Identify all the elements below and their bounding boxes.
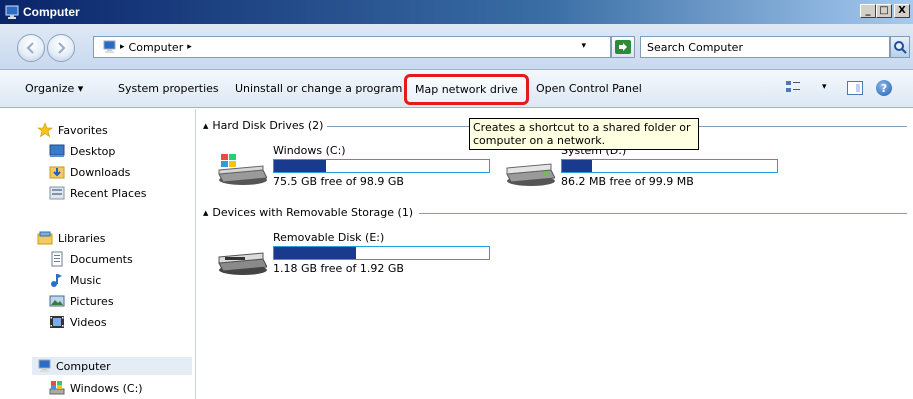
nav-videos[interactable]: Videos (49, 313, 107, 331)
windows-drive-icon (49, 380, 65, 396)
search-button[interactable] (890, 36, 910, 58)
breadcrumb-separator[interactable]: ▸ (120, 42, 125, 52)
group-hard-disk-label: Hard Disk Drives (2) (212, 119, 324, 132)
group-header-hard-disk[interactable]: ▲ Hard Disk Drives (2) (203, 119, 323, 132)
map-network-drive-button[interactable]: Map network drive (404, 74, 529, 105)
computer-icon (35, 358, 51, 374)
change-view-icon[interactable] (786, 80, 800, 94)
hard-drive-icon (503, 154, 556, 188)
recent-places-icon (49, 185, 65, 201)
nav-favorites-label: Favorites (58, 123, 108, 137)
back-button[interactable] (17, 34, 45, 62)
content-pane: ▲ Hard Disk Drives (2) Windows (C:) 75.5… (197, 109, 913, 399)
nav-libraries[interactable]: Libraries (37, 229, 106, 247)
group-removable-label: Devices with Removable Storage (1) (212, 206, 414, 219)
drive-removable-e[interactable]: Removable Disk (E:) 1.18 GB free of 1.92… (215, 231, 505, 281)
collapse-triangle-icon: ▲ (203, 121, 209, 130)
drive-free-space: 75.5 GB free of 98.9 GB (273, 175, 404, 188)
nav-libraries-label: Libraries (58, 231, 106, 245)
collapse-triangle-icon: ▲ (203, 208, 209, 217)
nav-desktop-label: Desktop (70, 144, 116, 158)
nav-desktop[interactable]: Desktop (49, 142, 115, 160)
nav-music-label: Music (70, 273, 102, 287)
breadcrumb-separator-trailing[interactable]: ▸ (187, 42, 192, 52)
map-network-drive-tooltip: Creates a shortcut to a shared folder or… (469, 118, 699, 150)
nav-downloads-label: Downloads (70, 165, 131, 179)
minimize-icon: _ (865, 5, 871, 16)
breadcrumb-computer[interactable]: Computer (129, 41, 184, 54)
system-properties-button[interactable]: System properties (118, 82, 219, 95)
back-arrow-icon (26, 42, 34, 54)
drive-name: Removable Disk (E:) (273, 231, 385, 244)
navigation-pane: Favorites Desktop Downloads Recent Place… (0, 109, 196, 399)
forward-arrow-icon (58, 42, 66, 54)
drive-name: Windows (C:) (273, 144, 346, 157)
drive-windows-c[interactable]: Windows (C:) 75.5 GB free of 98.9 GB (215, 144, 505, 194)
organize-button[interactable]: Organize ▾ (25, 82, 83, 95)
music-icon (49, 272, 65, 288)
maximize-icon: □ (879, 5, 889, 16)
nav-pictures[interactable]: Pictures (49, 292, 114, 310)
title-bar[interactable]: Computer _ □ X (0, 0, 913, 24)
minimize-button[interactable]: _ (860, 4, 876, 18)
search-input[interactable]: Search Computer (640, 36, 890, 58)
nav-downloads[interactable]: Downloads (49, 163, 130, 181)
drive-usage-fill (562, 160, 593, 172)
downloads-folder-icon (49, 164, 65, 180)
nav-videos-label: Videos (70, 315, 107, 329)
nav-documents[interactable]: Documents (49, 250, 133, 268)
nav-pictures-label: Pictures (70, 294, 114, 308)
close-button[interactable]: X (894, 4, 910, 18)
libraries-icon (37, 230, 53, 246)
windows-drive-icon (215, 152, 268, 186)
maximize-button[interactable]: □ (876, 4, 892, 18)
star-icon (37, 122, 53, 138)
close-icon: X (898, 5, 906, 16)
forward-button[interactable] (47, 34, 75, 62)
nav-windows-c-label: Windows (C:) (70, 381, 143, 395)
drive-usage-bar (273, 246, 490, 260)
open-control-panel-button[interactable]: Open Control Panel (536, 82, 642, 95)
window-title: Computer (23, 5, 80, 19)
nav-recent-places[interactable]: Recent Places (49, 184, 147, 202)
address-field[interactable]: ▸ Computer ▸ ▾ (93, 36, 611, 58)
nav-favorites[interactable]: Favorites (37, 121, 108, 139)
drive-free-space: 86.2 MB free of 99.9 MB (561, 175, 694, 188)
nav-music[interactable]: Music (49, 271, 101, 289)
drive-free-space: 1.18 GB free of 1.92 GB (273, 262, 404, 275)
command-bar: Organize ▾ System properties Uninstall o… (0, 70, 913, 108)
address-dropdown-icon[interactable]: ▾ (581, 41, 586, 51)
nav-buttons (17, 34, 77, 62)
computer-icon (4, 4, 20, 20)
drive-usage-bar (561, 159, 778, 173)
group-divider (419, 213, 907, 214)
nav-documents-label: Documents (70, 252, 133, 266)
view-dropdown-icon[interactable]: ▾ (822, 82, 827, 92)
map-network-drive-label: Map network drive (415, 83, 518, 96)
refresh-button[interactable] (611, 36, 635, 58)
drive-usage-bar (273, 159, 490, 173)
nav-windows-c[interactable]: Windows (C:) (49, 379, 143, 397)
nav-computer-label: Computer (56, 359, 111, 373)
drive-usage-fill (274, 247, 356, 259)
nav-computer[interactable]: Computer (32, 357, 192, 375)
drive-system-d[interactable]: System (D:) 86.2 MB free of 99.9 MB (503, 144, 803, 194)
removable-drive-icon (215, 243, 268, 277)
computer-icon (98, 40, 116, 54)
nav-recent-places-label: Recent Places (70, 186, 147, 200)
search-placeholder: Search Computer (647, 40, 743, 54)
documents-icon (49, 251, 65, 267)
uninstall-program-button[interactable]: Uninstall or change a program (235, 82, 402, 95)
search-icon (894, 41, 907, 54)
drive-usage-fill (274, 160, 326, 172)
group-header-removable[interactable]: ▲ Devices with Removable Storage (1) (203, 206, 413, 219)
pictures-icon (49, 293, 65, 309)
videos-icon (49, 314, 65, 330)
refresh-icon (615, 40, 631, 54)
help-icon[interactable]: ? (876, 80, 892, 96)
preview-pane-icon[interactable] (847, 81, 863, 95)
address-bar-area: ▸ Computer ▸ ▾ Search Computer (0, 24, 913, 70)
desktop-icon (49, 143, 65, 159)
